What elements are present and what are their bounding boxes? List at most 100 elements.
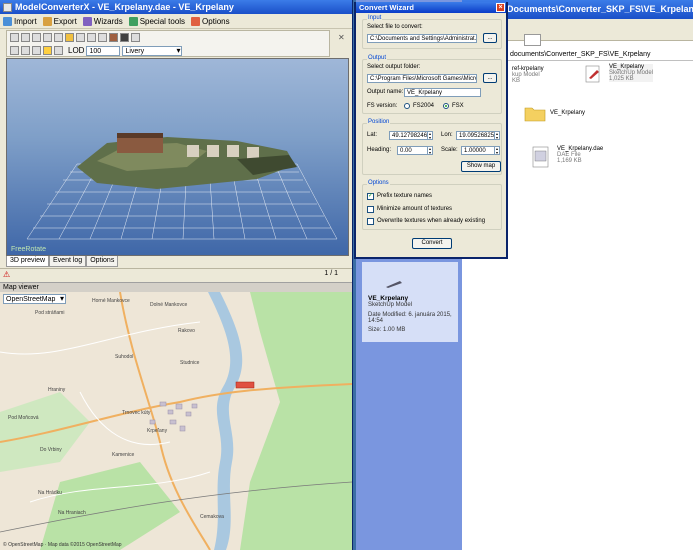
lat-field[interactable]: 49.12798246 ▴ ▾	[389, 131, 433, 140]
details-size: Size: 1.00 MB	[368, 327, 406, 333]
panel-close-icon[interactable]: ✕	[338, 33, 346, 42]
views-icon[interactable]	[524, 34, 541, 46]
zoom-out-icon[interactable]	[21, 33, 30, 42]
pan-icon[interactable]	[43, 33, 52, 42]
map-label: Do Vrbiny	[40, 447, 62, 453]
heading-spinner[interactable]: ▴ ▾	[427, 147, 432, 154]
wizard-title-bar[interactable]: Convert Wizard ×	[356, 2, 506, 13]
rotate-icon[interactable]	[32, 33, 41, 42]
camera-icon[interactable]	[54, 33, 63, 42]
map-label: Dolné Mankovce	[150, 302, 188, 308]
output-folder-label: Select output folder:	[367, 64, 421, 70]
output-name-field[interactable]: VE_Krpelany	[404, 88, 481, 97]
folder-icon	[524, 107, 546, 122]
export-icon	[42, 16, 52, 26]
map-label: Na Hraniach	[58, 510, 86, 516]
livery-select[interactable]: Livery	[122, 45, 183, 56]
import-icon	[3, 16, 12, 26]
tab-options[interactable]: Options	[86, 256, 119, 267]
prefix-texture-names-checkbox[interactable]: ✓	[367, 193, 374, 200]
menu-special-tools[interactable]: Special tools	[128, 16, 185, 26]
overwrite-textures-checkbox[interactable]	[367, 218, 374, 225]
heading-label: Heading:	[367, 147, 392, 153]
fsx-radio[interactable]	[443, 103, 449, 109]
shade-icon[interactable]	[120, 33, 129, 42]
scale-label: Scale:	[441, 147, 458, 153]
paint-icon[interactable]	[87, 33, 96, 42]
measure-icon[interactable]	[76, 33, 85, 42]
convert-button[interactable]: Convert	[412, 238, 452, 249]
3d-preview-viewport[interactable]: FreeRotate	[6, 58, 349, 256]
output-group-title: Output	[367, 55, 388, 61]
menu-options[interactable]: Options	[191, 16, 230, 26]
lon-field[interactable]: 19.09526825 ▴ ▾	[456, 131, 500, 140]
fs2004-label: FS2004	[413, 103, 435, 109]
normals-icon[interactable]	[32, 46, 41, 55]
input-group-title: Input	[367, 15, 383, 21]
wireframe-icon[interactable]	[21, 46, 30, 55]
lat-spinner[interactable]: ▴ ▾	[427, 132, 432, 139]
status-bar: ⚠ 1 / 1	[0, 268, 352, 279]
zoom-in-icon[interactable]	[10, 33, 19, 42]
terrain-model	[77, 133, 297, 189]
options-group-title: Options	[367, 180, 390, 186]
fs2004-radio[interactable]	[404, 103, 410, 109]
camera-mode-label: FreeRotate	[11, 246, 47, 253]
warning-icon[interactable]: ⚠	[3, 270, 10, 279]
map-attribution: © OpenStreetMap · Map data ©2015 OpenStr…	[3, 542, 122, 548]
map-label: Kamenice	[112, 452, 135, 458]
scale-field[interactable]: 1.00000 ▴ ▾	[461, 146, 500, 155]
close-icon[interactable]: ×	[496, 3, 505, 12]
map-label: Trnovec kúty	[122, 410, 151, 416]
preview-tabs: 3D preview Event log Options	[6, 256, 119, 267]
input-browse-button[interactable]: ...	[483, 33, 497, 43]
fs-version-label: FS version:	[367, 103, 398, 109]
heading-field[interactable]: 0.00 ▴ ▾	[397, 146, 433, 155]
model-location-marker[interactable]	[235, 381, 255, 389]
material-icon[interactable]	[109, 33, 118, 42]
lon-spinner[interactable]: ▴ ▾	[494, 132, 499, 139]
texture-icon[interactable]	[98, 33, 107, 42]
lod-label: LOD	[68, 46, 85, 55]
position-group-title: Position	[367, 119, 391, 125]
map-label: Krpeľany	[147, 428, 168, 434]
page-indicator: 1 / 1	[324, 270, 338, 277]
main-title-bar[interactable]: ModelConverterX - VE_Krpelany.dae - VE_K…	[0, 0, 352, 14]
menu-wizards[interactable]: Wizards	[82, 16, 123, 26]
light-icon[interactable]	[131, 33, 140, 42]
input-file-field[interactable]: C:\Documents and Settings\Administrat...	[367, 34, 477, 43]
globe-icon[interactable]	[54, 46, 63, 55]
minimize-textures-checkbox[interactable]	[367, 206, 374, 213]
tab-event-log[interactable]: Event log	[49, 256, 87, 267]
grid-icon[interactable]	[65, 33, 74, 42]
map-label: Pod Moňcová	[8, 415, 39, 421]
output-browse-button[interactable]: ...	[483, 73, 497, 83]
map-provider-select[interactable]: OpenStreetMap	[3, 294, 66, 304]
view-icon[interactable]	[10, 46, 19, 55]
file-item[interactable]: ref-krpelany kup Model KB	[512, 66, 544, 84]
sun-icon[interactable]	[43, 46, 52, 55]
options-icon	[191, 16, 201, 26]
lon-label: Lon:	[441, 132, 453, 138]
tab-3d-preview[interactable]: 3D preview	[6, 256, 50, 267]
lod-input[interactable]: 100	[86, 45, 121, 56]
main-menu-bar: Import Export Wizards Special tools Opti…	[0, 14, 352, 29]
map-canvas	[0, 292, 352, 550]
tools-icon	[128, 16, 138, 26]
sketchup-file-icon	[585, 65, 600, 83]
output-name-label: Output name:	[367, 89, 404, 95]
map-label: Pod stráňami	[35, 310, 65, 316]
menu-import[interactable]: Import	[3, 16, 37, 26]
output-folder-field[interactable]: C:\Program Files\Microsoft Games\Microso…	[367, 74, 477, 83]
map-viewer-title: Map viewer	[0, 282, 352, 292]
minimize-textures-label: Minimize amount of textures	[377, 206, 453, 212]
map-label: Cemakova	[200, 514, 224, 520]
modelconverterx-window: ModelConverterX - VE_Krpelany.dae - VE_K…	[0, 0, 353, 550]
show-map-button[interactable]: Show map	[461, 161, 501, 172]
menu-export[interactable]: Export	[42, 16, 77, 26]
details-date: Date Modified: 6. januára 2015, 14:54	[368, 312, 452, 324]
map-viewer[interactable]: OpenStreetMap ▾ Horné Mankovce Pod stráň…	[0, 292, 352, 550]
scale-spinner[interactable]: ▴ ▾	[494, 147, 499, 154]
position-group: Position Lat: 49.12798246 ▴ ▾ Lon: 19.0952…	[362, 119, 502, 175]
wizard-icon	[82, 16, 92, 26]
